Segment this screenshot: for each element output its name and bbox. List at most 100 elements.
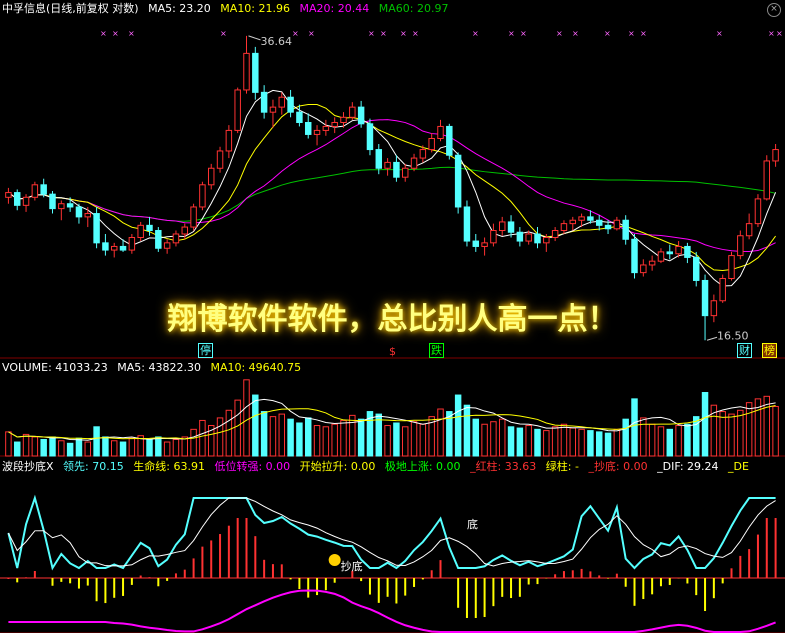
indicator-histogram-bar (651, 578, 654, 595)
volume-bar (631, 398, 638, 457)
volume-bar (84, 441, 92, 457)
volume-bar (507, 426, 515, 457)
candle-body (375, 149, 383, 169)
signal-mark: × (112, 29, 119, 38)
indicator-histogram-bar (518, 578, 521, 597)
signal-mark: × (628, 29, 635, 38)
signal-mark: × (520, 29, 527, 38)
indicator-histogram-bar (342, 577, 345, 578)
indicator-histogram-bar (598, 575, 601, 578)
indicator-histogram-bar (333, 578, 336, 583)
signal-mark: × (368, 29, 375, 38)
volume-bar (40, 438, 47, 457)
volume-bar (190, 428, 197, 457)
candle-body (640, 264, 647, 274)
indicator-histogram-bar (704, 578, 707, 612)
volume-bar (525, 425, 532, 457)
indicator-histogram-bar (254, 536, 257, 578)
volume-bar (490, 421, 497, 457)
signal-mark: × (308, 29, 315, 38)
ma10-readout: MA10: 21.96 (220, 2, 291, 15)
candle-body (446, 125, 453, 156)
candle-body (128, 237, 136, 251)
halt-tag[interactable]: 停 (198, 343, 213, 358)
candle-body (102, 242, 109, 251)
indicator-histogram-bar (659, 578, 662, 587)
drop-tag[interactable]: 跌 (429, 343, 444, 358)
indicator-histogram-bar (695, 578, 698, 596)
candle-body (525, 233, 532, 242)
candle-body (419, 149, 427, 159)
signal-mark: × (412, 29, 419, 38)
candle-body (172, 233, 180, 244)
indicator-histogram-bar (368, 578, 371, 595)
volume-bar (516, 427, 524, 457)
indicator-histogram-bar (774, 518, 777, 578)
indicator-histogram-bar (712, 578, 715, 599)
indicator-histogram-bar (130, 578, 133, 585)
candle-body (331, 121, 338, 127)
ma5-readout: MA5: 23.20 (148, 2, 211, 15)
volume-bar (225, 409, 233, 457)
signal-mark: × (556, 29, 563, 38)
volume-bar (569, 427, 577, 457)
indicator-histogram-bar (457, 578, 460, 608)
volume-bar (128, 437, 136, 457)
hongzhu-readout: _红柱: 33.63 (470, 460, 537, 473)
candle-body (243, 52, 250, 91)
volume-header: VOLUME: 41033.23 MA5: 43822.30 MA10: 496… (2, 361, 307, 375)
indicator-histogram-bar (633, 578, 636, 606)
volume-bar (401, 426, 409, 457)
volume-bar (384, 425, 391, 457)
volume-bar (675, 425, 682, 457)
candle-body (181, 226, 189, 235)
dollar-tag[interactable]: $ (388, 345, 397, 358)
indicator-histogram-bar (536, 578, 539, 585)
candle-body (534, 233, 541, 244)
candle-body (287, 96, 294, 113)
candle-body (146, 224, 153, 232)
candle-body (587, 216, 594, 221)
indicator-histogram-bar (562, 571, 565, 578)
volume-bar (269, 416, 277, 457)
indicator-histogram-bar (483, 578, 486, 618)
volume-bar (349, 414, 356, 457)
volume-bar (119, 441, 127, 457)
finance-tag[interactable]: 财 (737, 343, 752, 358)
indicator-histogram-bar (554, 574, 557, 578)
candle-body (269, 106, 277, 113)
candle-body (595, 219, 603, 226)
candle-body (604, 224, 612, 230)
volume-bar (75, 437, 83, 457)
volume-bar (58, 440, 65, 457)
indicator-histogram-bar (386, 578, 389, 597)
candle-body (304, 121, 312, 135)
candle-body (657, 251, 665, 262)
indicator-histogram-bar (25, 577, 28, 578)
volume-bar (66, 442, 74, 457)
volume-bar (666, 428, 674, 457)
dif-readout: _DIF: 29.24 (657, 460, 719, 473)
signal-mark: × (776, 29, 783, 38)
high-price-label: 36.64 (261, 35, 293, 48)
volume-bar (587, 430, 594, 457)
volume-bar (551, 426, 559, 457)
indicator-histogram-bar (280, 564, 283, 578)
candle-body (507, 221, 515, 233)
dif-line (8, 589, 776, 633)
candle-body (437, 125, 444, 140)
volume-bar (419, 423, 427, 457)
lead-line (7, 494, 776, 571)
price-title: 中孚信息(日线,前复权 对数) (2, 2, 139, 15)
volume-bar (331, 423, 338, 457)
signal-mark: × (768, 29, 775, 38)
list-tag[interactable]: 榜 (762, 343, 777, 358)
indicator-histogram-bar (465, 578, 468, 618)
volume-bar (5, 431, 12, 457)
signal-mark: × (220, 29, 227, 38)
close-icon[interactable]: × (767, 3, 781, 17)
volume-bar (701, 392, 709, 457)
volume-bar (313, 425, 321, 457)
indicator-histogram-bar (756, 534, 759, 578)
candle-body (13, 192, 21, 206)
